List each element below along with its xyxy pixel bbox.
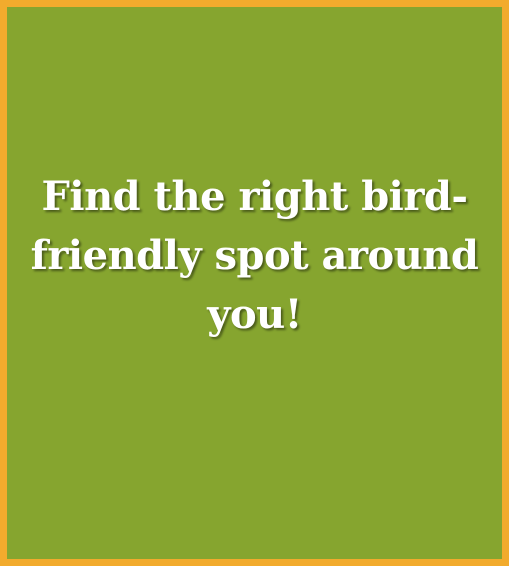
headline-line-1: Find the right bird- <box>41 172 468 220</box>
headline-line-3: you! <box>207 290 302 338</box>
headline: Find the right bird- friendly spot aroun… <box>21 167 489 344</box>
promo-card: Find the right bird- friendly spot aroun… <box>0 0 509 566</box>
headline-line-2: friendly spot around <box>30 231 479 279</box>
